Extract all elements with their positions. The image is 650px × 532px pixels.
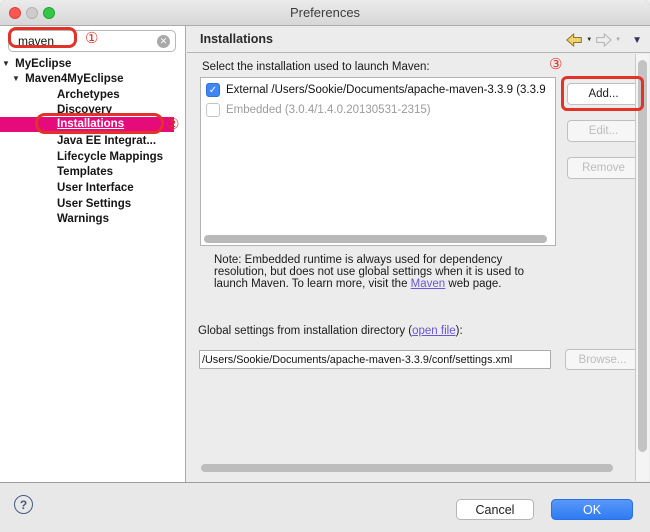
installation-row-external[interactable]: ✓ External /Users/Sookie/Documents/apach… xyxy=(201,81,555,98)
tree-item-label: Java EE Integrat... xyxy=(57,135,156,147)
global-settings-label: Global settings from installation direct… xyxy=(198,325,463,337)
panel-horizontal-scrollbar[interactable] xyxy=(201,464,613,472)
search-input[interactable] xyxy=(8,30,176,52)
tree-item-label: Maven4MyEclipse xyxy=(25,73,123,85)
embedded-runtime-note: Note: Embedded runtime is always used fo… xyxy=(214,254,576,290)
search-clear-icon[interactable]: ✕ xyxy=(157,35,170,48)
window-title: Preferences xyxy=(0,5,650,20)
tree-item-label: User Settings xyxy=(57,198,131,210)
tree-item-label: Templates xyxy=(57,166,113,178)
tree-item-label: Discovery xyxy=(57,104,112,116)
forward-history-dropdown-icon[interactable]: ▼ xyxy=(615,37,621,43)
remove-button[interactable]: Remove xyxy=(567,157,640,179)
sidebar: ✕ ▼ MyEclipse ▼ Maven4MyEclipse Archetyp… xyxy=(0,26,186,482)
checkbox-unchecked-icon[interactable] xyxy=(206,103,220,117)
title-bar: Preferences xyxy=(0,0,650,26)
main-panel: Installations ▼ ▼ ▼ Select the installat… xyxy=(187,26,650,482)
cancel-button[interactable]: Cancel xyxy=(456,499,534,520)
main-header: Installations ▼ ▼ ▼ xyxy=(187,26,650,53)
settings-path-field[interactable] xyxy=(199,350,551,369)
disclosure-triangle-icon[interactable]: ▼ xyxy=(12,71,20,87)
sidebar-item-maven4myeclipse[interactable]: ▼ Maven4MyEclipse xyxy=(12,71,197,87)
tree-item-label: Warnings xyxy=(57,213,109,225)
sidebar-item-myeclipse[interactable]: ▼ MyEclipse xyxy=(2,56,187,72)
disclosure-triangle-icon[interactable]: ▼ xyxy=(2,56,10,72)
open-file-link[interactable]: open file xyxy=(412,325,455,337)
browse-button[interactable]: Browse... xyxy=(565,349,640,370)
view-menu-icon[interactable]: ▼ xyxy=(632,35,642,46)
back-history-dropdown-icon[interactable]: ▼ xyxy=(586,37,592,43)
installation-label: Embedded (3.0.4/1.4.0.20130531-2315) xyxy=(226,104,431,116)
vertical-scrollbar-thumb[interactable] xyxy=(638,60,647,452)
select-installation-label: Select the installation used to launch M… xyxy=(202,61,430,73)
tree-item-label: Installations xyxy=(57,118,124,130)
add-button[interactable]: Add... xyxy=(567,83,640,105)
installation-row-embedded[interactable]: Embedded (3.0.4/1.4.0.20130531-2315) xyxy=(201,101,555,118)
installations-list: ✓ External /Users/Sookie/Documents/apach… xyxy=(200,77,556,246)
tree-item-label: MyEclipse xyxy=(15,58,71,70)
ok-button[interactable]: OK xyxy=(551,499,633,520)
checkbox-checked-icon[interactable]: ✓ xyxy=(206,83,220,97)
tree-item-label: Archetypes xyxy=(57,89,120,101)
tree-item-label: Lifecycle Mappings xyxy=(57,151,163,163)
footer-bar: ? Cancel OK xyxy=(0,482,650,532)
preferences-window: Preferences ✕ ▼ MyEclipse ▼ Maven4MyEcli… xyxy=(0,0,650,532)
maven-web-page-link[interactable]: Maven xyxy=(411,278,446,290)
back-arrow-icon[interactable] xyxy=(566,33,583,47)
forward-arrow-icon[interactable] xyxy=(595,33,612,47)
help-button[interactable]: ? xyxy=(14,495,33,514)
edit-button[interactable]: Edit... xyxy=(567,120,640,142)
list-horizontal-scrollbar[interactable] xyxy=(204,235,547,243)
page-title: Installations xyxy=(200,32,273,46)
tree-item-label: User Interface xyxy=(57,182,134,194)
installation-label: External /Users/Sookie/Documents/apache-… xyxy=(226,84,546,96)
